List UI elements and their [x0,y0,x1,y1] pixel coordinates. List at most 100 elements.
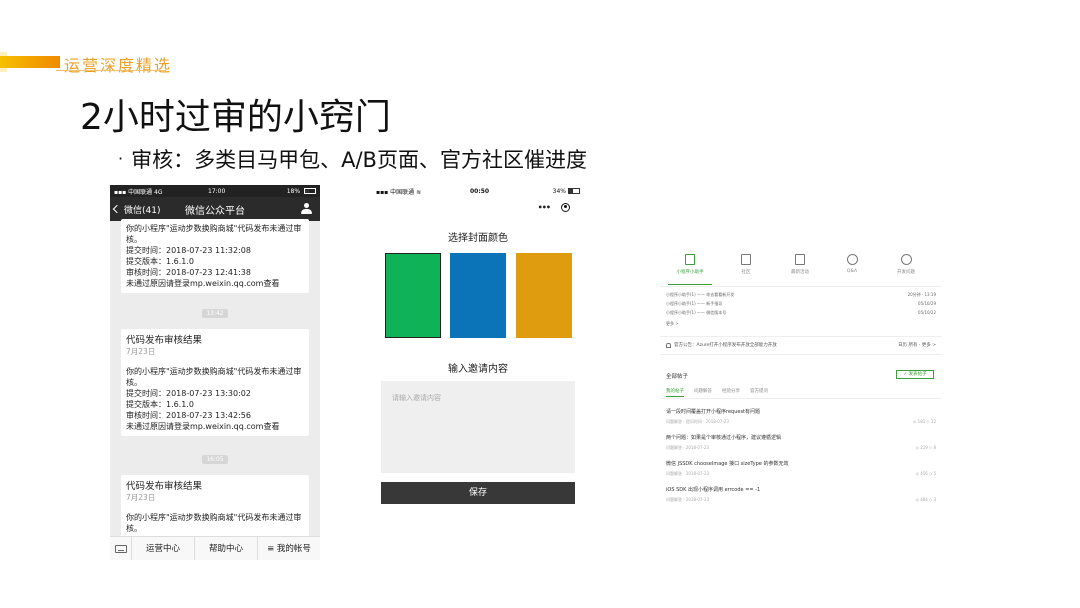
nav-item-qa[interactable]: Q&A [830,254,874,274]
post-item[interactable]: iOS SDK 出现小程序调用 errcode == -1 问题解答 · 201… [666,486,936,503]
message-card[interactable]: 代码发布审核结果 7月23日 你的小程序"运动步数换购商城"代码发布未通过审核。… [121,329,309,436]
post-stats: ◎ 181 ◇ 12 [912,419,936,424]
status-bar: ▪▪▪ 中国联通 ≋ 00:50 34% [372,185,584,197]
message-date: 7月23日 [126,493,156,502]
divider [660,398,942,399]
profile-icon[interactable] [301,203,312,215]
invite-textarea[interactable]: 请输入邀请内容 [381,381,575,473]
post-filter-tabs: 我的帖子 问题解答 经验分享 官方提问 [666,388,936,397]
battery-icon [304,187,316,194]
nav-item-community[interactable]: 社区 [724,254,768,275]
post-stats: ◎ 484 ◇ 3 [915,497,936,502]
battery-icon [568,187,580,194]
tab-help-center[interactable]: 帮助中心 [195,536,258,560]
review-time: 审核时间：2018-07-23 13:42:56 [126,411,251,420]
message-title: 代码发布审核结果 [126,481,203,492]
announcement-links[interactable]: 日历 所有 · 更多 > [898,342,936,348]
bell-icon [666,342,671,348]
wifi-icon: ≋ [416,188,422,196]
nav-bar: 微信(41) 微信公众平台 [110,197,320,221]
post-meta: 问题解答 · 2018-07-23 [666,471,710,476]
reject-note: 未通过原因请登录mp.weixin.qq.com查看 [126,422,280,431]
status-bar: ▪▪▪ 中国联通 4G 17:00 18% [110,185,320,197]
post-title: iOS SDK 出现小程序调用 errcode == -1 [666,487,761,493]
post-stats: ◎ 219 ◇ 8 [915,445,936,450]
close-target-icon[interactable] [561,202,571,212]
time-chip: 13:42 [202,309,228,318]
nav-item-assistant[interactable]: 小程序小助手 [668,254,712,275]
color-swatch-green[interactable] [385,253,441,338]
reject-note: 未通过原因请登录mp.weixin.qq.com查看 [126,279,280,288]
battery-level: 34% [552,187,566,195]
bullet-icon: · [118,149,124,168]
clock: 17:00 [208,187,226,195]
message-title: 代码发布审核结果 [126,335,203,346]
tab-operation-center[interactable]: 运营中心 [132,536,195,560]
post-stats: ◎ 456 ◇ 5 [915,471,936,476]
notification-row[interactable]: 小程序小助手(1) —— 新手指导 05/10/29 [666,301,936,307]
signal-icon: ▪▪▪ [114,188,127,196]
divider [660,336,942,337]
carrier: 中国联通 [390,188,415,196]
battery-level: 18% [286,187,301,195]
network-type: 4G [154,188,163,196]
tab-answers[interactable]: 问题解答 [694,388,712,397]
time-chip: 16:05 [202,455,228,464]
post-item[interactable]: 请一段时间覆盖打开小程序request有问题 问题解答 · 提问时间 · 201… [666,408,936,425]
submit-version: 提交版本：1.6.1.0 [126,400,194,409]
question-icon [846,254,858,265]
wechat-screenshot: ▪▪▪ 中国联通 4G 17:00 18% 微信(41) 微信公众平台 你的小程… [110,185,320,560]
post-item[interactable]: 微信 JSSDK chooseImage 接口 sizeType 的参数无效 问… [666,460,936,477]
subtitle-text: 审核：多类目马甲包、A/B页面、官方社区催进度 [131,148,587,172]
carrier: 中国联通 [128,188,153,196]
nav-item-dev-issues[interactable]: 开发问题 [884,254,928,275]
post-title: 微信 JSSDK chooseImage 接口 sizeType 的参数无效 [666,461,789,467]
new-post-button[interactable]: ✓ 发表帖子 [896,370,934,379]
post-meta: 问题解答 · 提问时间 · 2018-07-23 [666,419,729,424]
tab-experience[interactable]: 经验分享 [722,388,740,397]
post-meta: 问题解答 · 2018-07-23 [666,445,710,450]
notification-row[interactable]: 小程序小助手(1) —— 你去看看新开发 20分钟 · 13:19 [666,292,936,298]
brand-text: 运营深度精选 [64,56,173,75]
post-item[interactable]: 两个问题：如果是个审核通过小程序，建议遵循逻辑 问题解答 · 2018-07-2… [666,434,936,451]
tab-official-questions[interactable]: 官方提问 [750,388,768,397]
post-title: 两个问题：如果是个审核通过小程序，建议遵循逻辑 [666,435,782,441]
keyboard-icon[interactable] [110,536,132,560]
message-date: 7月23日 [126,347,156,356]
page-title: 微信公众平台 [185,205,245,217]
brand-underline [56,70,166,71]
clock: 00:50 [470,187,490,195]
submit-time: 提交时间：2018-07-23 13:30:02 [126,389,251,398]
lightbulb-icon [900,254,912,265]
brand-bar [0,52,60,72]
tab-my-account[interactable]: ≡ 我的帐号 [258,537,320,561]
calendar-icon [795,254,805,265]
more-icon[interactable]: ••• [538,203,551,212]
capsule-menu: ••• [532,201,576,213]
color-swatch-gold[interactable] [516,253,572,338]
tab-my-posts[interactable]: 我的帖子 [666,388,684,397]
announcement-bar[interactable]: 官方公告：Azure打开小程序发布开放全部能力开放 日历 所有 · 更多 > [666,342,936,348]
notification-row[interactable]: 小程序小助手(1) —— 微信版本号 05/10/22 [666,310,936,316]
message-body: 你的小程序"运动步数换购商城"代码发布未通过审核。 [126,224,302,244]
divider [660,286,942,287]
more-link[interactable]: 更多 > [666,321,936,327]
nav-item-events[interactable]: 最新活动 [778,254,822,275]
section-title: 全部帖子 [666,374,689,380]
slide-title: 2小时过审的小窍门 [80,97,391,138]
submit-version: 提交版本：1.6.1.0 [126,257,194,266]
message-card[interactable]: 代码发布审核结果 7月23日 你的小程序"运动步数换购商城"代码发布未通过审核。 [121,475,309,537]
miniapp-screenshot: ▪▪▪ 中国联通 ≋ 00:50 34% ••• 选择封面颜色 输入邀请内容 请… [372,185,584,515]
signal-icon: ▪▪▪ [376,188,389,196]
save-button[interactable]: 保存 [381,482,575,504]
message-body: 你的小程序"运动步数换购商城"代码发布未通过审核。 [126,367,302,387]
slide-subtitle: · 审核：多类目马甲包、A/B页面、官方社区催进度 [118,144,587,174]
invite-heading: 输入邀请内容 [448,364,508,375]
bottom-menu: 运营中心 帮助中心 ≡ 我的帐号 [110,536,320,560]
message-body: 你的小程序"运动步数换购商城"代码发布未通过审核。 [126,513,302,533]
window-icon [741,254,751,265]
message-card[interactable]: 你的小程序"运动步数换购商城"代码发布未通过审核。 提交时间：2018-07-2… [121,219,309,293]
cover-color-heading: 选择封面颜色 [448,233,508,244]
color-swatch-blue[interactable] [450,253,506,338]
review-time: 审核时间：2018-07-23 12:41:38 [126,268,251,277]
